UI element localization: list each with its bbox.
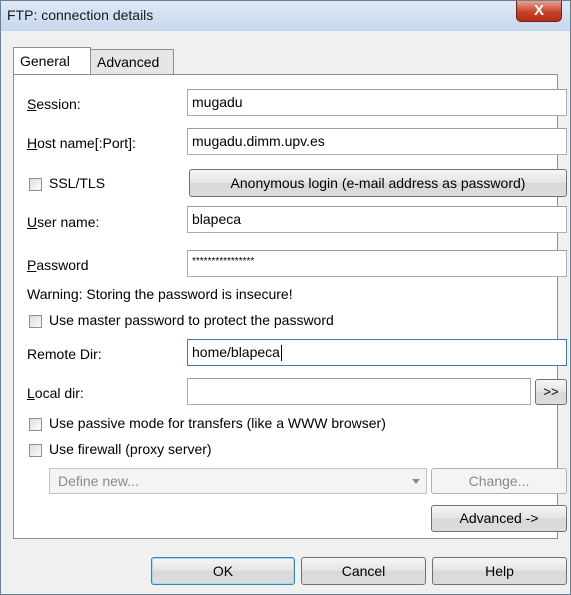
host-label: Host name[:Port]: xyxy=(27,135,136,151)
host-label-text: ost name[:Port]: xyxy=(37,135,136,151)
proxy-select[interactable]: Define new... xyxy=(49,468,427,494)
tab-advanced[interactable]: Advanced xyxy=(90,49,174,74)
session-label-text: ession: xyxy=(36,96,81,112)
change-button[interactable]: Change... xyxy=(431,468,567,494)
remote-dir-label: Remote Dir: xyxy=(27,346,102,362)
advanced-options-button[interactable]: Advanced -> xyxy=(431,505,567,532)
help-button[interactable]: Help xyxy=(432,557,567,585)
anonymous-login-button[interactable]: Anonymous login (e-mail address as passw… xyxy=(189,169,567,197)
session-label: Session: xyxy=(27,96,81,112)
master-password-label: Use master password to protect the passw… xyxy=(49,312,334,328)
user-input[interactable]: blapeca xyxy=(187,206,567,233)
local-dir-label: Local dir: xyxy=(27,385,84,401)
password-label-text: assword xyxy=(36,257,89,273)
host-input[interactable]: mugadu.dimm.upv.es xyxy=(187,128,567,155)
master-password-checkbox[interactable] xyxy=(29,315,42,328)
session-input[interactable]: mugadu xyxy=(187,89,567,116)
passive-mode-label: Use passive mode for transfers (like a W… xyxy=(49,415,386,431)
warning-text: Warning: Storing the password is insecur… xyxy=(27,286,293,302)
local-dir-label-text: ocal dir: xyxy=(34,385,84,401)
passive-mode-checkbox[interactable] xyxy=(29,418,42,431)
firewall-checkbox[interactable] xyxy=(29,444,42,457)
ssl-label: SSL/TLS xyxy=(49,175,106,191)
remote-dir-input[interactable]: home/blapeca xyxy=(187,339,567,366)
ok-button[interactable]: OK xyxy=(151,557,295,585)
text-caret xyxy=(280,345,282,362)
close-icon: X xyxy=(533,2,544,19)
window-title: FTP: connection details xyxy=(7,7,154,23)
user-label: User name: xyxy=(27,214,100,230)
close-button[interactable]: X xyxy=(516,1,562,22)
ftp-connection-dialog: FTP: connection details X General Advanc… xyxy=(0,0,571,595)
local-dir-input[interactable] xyxy=(187,378,531,405)
title-bar[interactable]: FTP: connection details X xyxy=(1,1,570,31)
remote-dir-value: home/blapeca xyxy=(192,344,280,360)
user-label-text: ser name: xyxy=(37,214,100,230)
proxy-select-value: Define new... xyxy=(58,473,139,489)
tab-general[interactable]: General xyxy=(13,47,91,74)
password-input[interactable]: **************** xyxy=(187,250,567,277)
chevron-down-icon xyxy=(412,479,420,484)
browse-button[interactable]: >> xyxy=(535,379,567,405)
firewall-label: Use firewall (proxy server) xyxy=(49,441,212,457)
cancel-button[interactable]: Cancel xyxy=(301,557,426,585)
password-label: Password xyxy=(27,257,89,273)
ssl-checkbox[interactable] xyxy=(29,178,42,191)
